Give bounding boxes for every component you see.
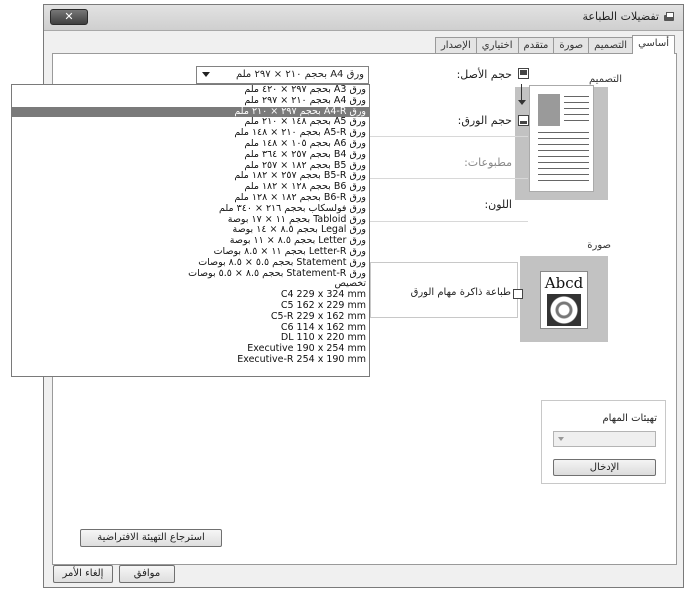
- tab-1[interactable]: التصميم: [588, 37, 634, 53]
- paper-size-option[interactable]: ورق فولسكاب بحجم ٢١٦ × ٣٤٠ ملم: [12, 203, 369, 215]
- printer-icon: [663, 11, 675, 23]
- chevron-down-icon: [202, 72, 210, 77]
- color-label: اللون:: [484, 198, 512, 211]
- design-preview-page: [529, 85, 594, 192]
- prints-label: مطبوعات:: [464, 156, 512, 169]
- task-settings-select[interactable]: [553, 431, 656, 447]
- doc-line: [564, 108, 589, 109]
- cancel-button[interactable]: إلغاء الأمر: [53, 565, 113, 583]
- tab-5[interactable]: الإصدار: [434, 37, 477, 53]
- paper-size-label: حجم الورق:: [457, 114, 512, 127]
- printer-small-icon: [518, 115, 529, 126]
- title-area: تفضيلات الطباعة: [583, 10, 675, 23]
- doc-line: [538, 162, 589, 163]
- doc-line: [564, 96, 589, 97]
- ok-button[interactable]: موافق: [119, 565, 175, 583]
- doc-line: [538, 156, 589, 157]
- tab-strip: أساسي التصميم صورة متقدم اختياري الإصدار: [434, 35, 675, 54]
- doc-line: [538, 174, 589, 175]
- doc-line: [538, 168, 589, 169]
- image-preview: Abcd: [540, 271, 588, 329]
- doc-line: [538, 150, 589, 151]
- monitor-icon: [518, 68, 529, 79]
- doc-line: [564, 120, 589, 121]
- design-section-label: التصميم: [589, 74, 622, 85]
- doc-line: [538, 138, 589, 139]
- paper-size-option[interactable]: ورق Statement بحجم ٥.٥ × ٨.٥ بوصات: [12, 257, 369, 269]
- paper-size-dropdown-list[interactable]: ورق A3 بحجم ٢٩٧ × ٤٢٠ ملم ورق A4 بحجم ٢١٠…: [11, 84, 370, 377]
- doc-line: [538, 144, 589, 145]
- doc-line: [538, 180, 589, 181]
- paper-size-option[interactable]: ورق A4 بحجم ٢١٠ × ٢٩٧ ملم: [12, 95, 369, 107]
- tab-3[interactable]: متقدم: [517, 37, 555, 53]
- original-size-value: ورق A4 بحجم ٢١٠ × ٢٩٧ ملم: [235, 69, 364, 80]
- title-bar: ✕ تفضيلات الطباعة: [44, 5, 683, 31]
- separator: [370, 178, 528, 179]
- original-size-select[interactable]: ورق A4 بحجم ٢١٠ × ٢٩٧ ملم: [196, 66, 369, 84]
- job-storage-checkbox-label: طباعة ذاكرة مهام الورق: [410, 287, 511, 298]
- image-sample-text: Abcd: [544, 274, 584, 292]
- arrow-down-head: [518, 100, 526, 105]
- restore-defaults-button[interactable]: استرجاع التهيئة الافتراضية: [80, 529, 222, 547]
- doc-line: [538, 132, 589, 133]
- doc-image-placeholder: [538, 94, 560, 126]
- tab-4[interactable]: اختياري: [475, 37, 519, 53]
- window-title: تفضيلات الطباعة: [582, 10, 659, 23]
- separator: [370, 221, 528, 222]
- doc-line: [564, 114, 589, 115]
- tab-2[interactable]: صورة: [553, 37, 590, 53]
- original-size-label: حجم الأصل:: [456, 68, 512, 81]
- task-settings-box: تهيئات المهام الإدخال: [541, 400, 666, 484]
- paper-size-option[interactable]: C5-R 229 x 162 mm: [12, 311, 369, 323]
- paper-size-option[interactable]: ورق Statement-R بحجم ٨.٥ × ٥.٥ بوصات: [12, 268, 369, 280]
- flower-image: [547, 294, 581, 326]
- task-settings-label: تهيئات المهام: [602, 413, 657, 424]
- enter-button[interactable]: الإدخال: [553, 459, 656, 476]
- image-section-label: صورة: [587, 240, 611, 251]
- paper-size-option[interactable]: Executive-R 254 x 190 mm: [12, 354, 369, 366]
- tab-0[interactable]: أساسي: [632, 35, 675, 54]
- separator: [370, 136, 528, 137]
- close-button[interactable]: ✕: [50, 9, 88, 25]
- doc-line: [564, 102, 589, 103]
- job-storage-checkbox[interactable]: [513, 289, 523, 299]
- paper-size-option[interactable]: ورق B4 بحجم ٢٥٧ × ٣٦٤ ملم: [12, 149, 369, 161]
